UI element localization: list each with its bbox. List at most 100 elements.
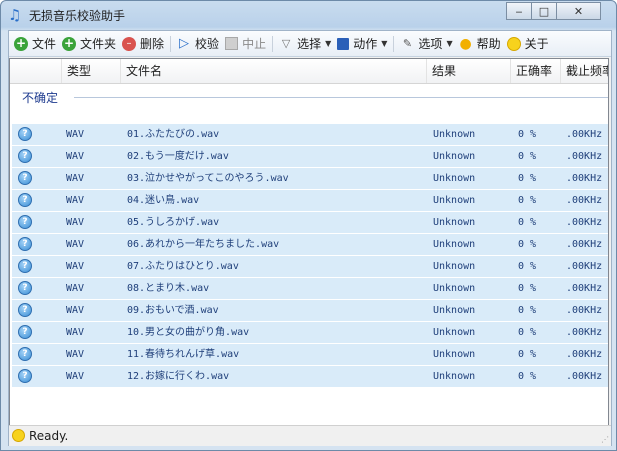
column-header-filename[interactable]: 文件名	[121, 59, 427, 83]
delete-button[interactable]: – 删除	[119, 33, 167, 55]
cell-filename: 02.もう一度だけ.wav	[127, 151, 229, 162]
cell-cutoff: .00KHz	[566, 261, 603, 272]
unknown-status-icon: ?	[18, 215, 32, 229]
cell-filename: 04.迷い鳥.wav	[127, 195, 200, 206]
verify-button[interactable]: ▷ 校验	[174, 33, 222, 55]
dropdown-arrow-icon: ▼	[325, 39, 332, 48]
cell-accuracy: 0 %	[518, 371, 537, 382]
cell-result: Unknown	[433, 129, 476, 140]
stop-label: 中止	[242, 37, 267, 51]
options-label: 选项	[418, 37, 443, 51]
cell-result: Unknown	[433, 217, 476, 228]
column-header-icon[interactable]	[10, 59, 62, 83]
smiley-icon	[12, 429, 25, 442]
add-file-label: 文件	[32, 37, 57, 51]
unknown-status-icon: ?	[18, 237, 32, 251]
table-row[interactable]: ? WAV 10.男と女の曲がり角.wav Unknown 0 % .00KHz	[12, 321, 608, 343]
table-row[interactable]: ? WAV 05.うしろかげ.wav Unknown 0 % .00KHz	[12, 211, 608, 233]
cell-type: WAV	[66, 173, 85, 184]
table-row[interactable]: ? WAV 12.お嫁に行くわ.wav Unknown 0 % .00KHz	[12, 365, 608, 387]
cell-type: WAV	[66, 261, 85, 272]
cell-result: Unknown	[433, 173, 476, 184]
group-header[interactable]: 不确定	[22, 89, 58, 106]
cell-cutoff: .00KHz	[566, 327, 603, 338]
client-area: + 文件 + 文件夹 – 删除 ▷ 校验 中止 ▽ 选择 ▼ 动作 ▼ ✎ 选项…	[8, 30, 612, 446]
table-row[interactable]: ? WAV 06.あれから一年たちました.wav Unknown 0 % .00KHz	[12, 233, 608, 255]
about-button[interactable]: 关于	[504, 33, 552, 55]
cell-result: Unknown	[433, 327, 476, 338]
cell-result: Unknown	[433, 195, 476, 206]
select-dropdown-button[interactable]: ▽ 选择 ▼	[276, 33, 334, 55]
cell-filename: 06.あれから一年たちました.wav	[127, 239, 280, 250]
cell-cutoff: .00KHz	[566, 195, 603, 206]
window-controls: ‒ □ ✕	[506, 2, 601, 21]
cell-type: WAV	[66, 151, 85, 162]
select-label: 选择	[297, 37, 322, 51]
cell-result: Unknown	[433, 151, 476, 162]
maximize-button[interactable]: □	[531, 2, 557, 20]
plus-icon: +	[62, 35, 77, 51]
column-header-cutoff[interactable]: 截止频率	[561, 59, 608, 83]
unknown-status-icon: ?	[18, 281, 32, 295]
cell-result: Unknown	[433, 349, 476, 360]
unknown-status-icon: ?	[18, 369, 32, 383]
cell-cutoff: .00KHz	[566, 239, 603, 250]
column-header-result[interactable]: 结果	[427, 59, 511, 83]
cell-accuracy: 0 %	[518, 239, 537, 250]
action-dropdown-button[interactable]: 动作 ▼	[334, 33, 390, 55]
unknown-status-icon: ?	[18, 193, 32, 207]
cell-accuracy: 0 %	[518, 349, 537, 360]
table-row[interactable]: ? WAV 09.おもいで酒.wav Unknown 0 % .00KHz	[12, 299, 608, 321]
unknown-status-icon: ?	[18, 171, 32, 185]
cell-type: WAV	[66, 305, 85, 316]
close-button[interactable]: ✕	[556, 2, 601, 20]
toolbar-separator	[393, 35, 395, 52]
add-folder-button[interactable]: + 文件夹	[59, 33, 119, 55]
help-button[interactable]: ● 帮助	[456, 33, 504, 55]
save-disk-icon	[337, 37, 350, 50]
dropdown-arrow-icon: ▼	[381, 39, 388, 48]
table-row[interactable]: ? WAV 07.ふたりはひとり.wav Unknown 0 % .00KHz	[12, 255, 608, 277]
funnel-icon: ▽	[281, 36, 291, 50]
plus-icon: +	[14, 35, 28, 51]
help-label: 帮助	[476, 37, 501, 51]
dropdown-arrow-icon: ▼	[446, 39, 453, 48]
cell-cutoff: .00KHz	[566, 151, 603, 162]
table-row[interactable]: ? WAV 04.迷い鳥.wav Unknown 0 % .00KHz	[12, 189, 608, 211]
cell-accuracy: 0 %	[518, 129, 537, 140]
unknown-status-icon: ?	[18, 325, 32, 339]
stop-icon	[225, 37, 239, 50]
resize-grip-icon[interactable]: ⋰	[601, 435, 609, 444]
table-row[interactable]: ? WAV 02.もう一度だけ.wav Unknown 0 % .00KHz	[12, 145, 608, 167]
minimize-button[interactable]: ‒	[506, 2, 532, 20]
cell-filename: 01.ふたたびの.wav	[127, 129, 220, 140]
cell-type: WAV	[66, 327, 85, 338]
cell-filename: 03.泣かせやがってこのやろう.wav	[127, 173, 289, 184]
file-list[interactable]: 类型 文件名 结果 正确率 截止频率 不确定 ? WAV 01.ふたたびの.wav U…	[9, 58, 609, 426]
table-row[interactable]: ? WAV 11.春待ちれんげ草.wav Unknown 0 % .00KHz	[12, 343, 608, 365]
options-dropdown-button[interactable]: ✎ 选项 ▼	[397, 33, 455, 55]
wrench-icon: ✎	[402, 36, 413, 50]
stop-button[interactable]: 中止	[222, 33, 269, 55]
delete-label: 删除	[140, 37, 165, 51]
main-window: ♫ 无损音乐校验助手 ‒ □ ✕ + 文件 +文件夹 –删除 ▷校验 中止	[0, 0, 617, 451]
title-bar[interactable]: ♫ 无损音乐校验助手 ‒ □ ✕	[1, 1, 616, 29]
cell-type: WAV	[66, 195, 85, 206]
cell-accuracy: 0 %	[518, 151, 537, 162]
table-row[interactable]: ? WAV 08.とまり木.wav Unknown 0 % .00KHz	[12, 277, 608, 299]
cell-cutoff: .00KHz	[566, 305, 603, 316]
add-file-button[interactable]: + 文件	[11, 33, 59, 55]
cell-result: Unknown	[433, 371, 476, 382]
table-row[interactable]: ? WAV 03.泣かせやがってこのやろう.wav Unknown 0 % .00KHz	[12, 167, 608, 189]
unknown-status-icon: ?	[18, 303, 32, 317]
column-header-accuracy[interactable]: 正确率	[511, 59, 561, 83]
cell-type: WAV	[66, 239, 85, 250]
cell-cutoff: .00KHz	[566, 283, 603, 294]
cell-accuracy: 0 %	[518, 261, 537, 272]
table-row[interactable]: ? WAV 01.ふたたびの.wav Unknown 0 % .00KHz	[12, 123, 608, 145]
column-header-type[interactable]: 类型	[62, 59, 121, 83]
list-header: 类型 文件名 结果 正确率 截止频率	[10, 59, 608, 84]
status-bar: Ready. ⋰	[9, 425, 611, 446]
unknown-status-icon: ?	[18, 347, 32, 361]
cell-filename: 11.春待ちれんげ草.wav	[127, 349, 240, 360]
